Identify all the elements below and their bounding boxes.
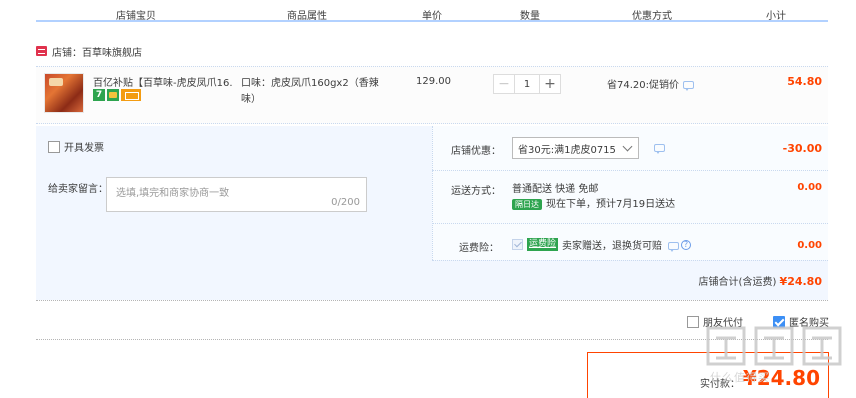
product-thumbnail[interactable] bbox=[44, 73, 84, 113]
anonymous-option[interactable]: 匿名购买 bbox=[773, 314, 829, 329]
chat-bubble-icon[interactable] bbox=[668, 241, 680, 252]
anonymous-label: 匿名购买 bbox=[789, 318, 829, 329]
friend-pay-label: 朋友代付 bbox=[703, 318, 743, 329]
product-attributes: 口味：虎皮凤爪160gx2（香辣味） bbox=[241, 78, 379, 105]
divider bbox=[36, 339, 828, 340]
shop-total-amount: ¥24.80 bbox=[779, 275, 822, 288]
seven-day-return-icon[interactable]: 7 bbox=[93, 89, 105, 101]
cart-header: 店铺宝贝 商品属性 单价 数量 优惠方式 小计 bbox=[36, 0, 828, 22]
chat-bubble-icon[interactable] bbox=[683, 80, 694, 91]
friend-pay-option[interactable]: 朋友代付 bbox=[687, 314, 743, 329]
shipping-eta: 隔日达 现在下单，预计7月19日送达 bbox=[512, 197, 675, 212]
qty-increase-button[interactable]: + bbox=[539, 74, 561, 94]
shop-total-label: 店铺合计(含运费) bbox=[698, 277, 777, 288]
message-textarea[interactable]: 选填,填完和商家协商一致 0/200 bbox=[106, 177, 367, 212]
shop-icon bbox=[36, 46, 47, 56]
shipping-info: 普通配送 快递 免邮 隔日达 现在下单，预计7月19日送达 bbox=[512, 182, 675, 212]
invoice-checkbox[interactable] bbox=[48, 140, 60, 153]
message-label: 给卖家留言： bbox=[48, 184, 108, 195]
insurance-checkbox bbox=[512, 239, 523, 250]
divider bbox=[432, 223, 828, 224]
invoice-option[interactable]: 开具发票 bbox=[48, 139, 104, 154]
insurance-amount: 0.00 bbox=[797, 240, 822, 251]
shipping-amount: 0.00 bbox=[797, 182, 822, 193]
shipping-eta-text: 现在下单，预计7月19日送达 bbox=[546, 199, 676, 210]
quantity-stepper: − 1 + bbox=[493, 74, 561, 94]
insurance-text: 卖家赠送，退换货可赔 bbox=[562, 241, 663, 252]
unit-price: 129.00 bbox=[416, 76, 451, 87]
promo-info: 省74.20:促销价 bbox=[607, 76, 694, 91]
payment-summary: 实付款： ¥24.80 bbox=[587, 352, 829, 398]
anonymous-checkbox[interactable] bbox=[773, 315, 785, 328]
header-qty: 数量 bbox=[520, 11, 540, 22]
product-badges: 7 bbox=[93, 89, 141, 101]
friend-pay-checkbox[interactable] bbox=[687, 315, 699, 328]
shipping-label: 运送方式： bbox=[451, 186, 501, 197]
item-subtotal: 54.80 bbox=[787, 75, 822, 88]
cart-item-row: 百亿补贴【百草味-虎皮凤爪16... 7 口味：虎皮凤爪160gx2（香辣味） … bbox=[36, 66, 828, 124]
card-icon[interactable] bbox=[121, 89, 141, 101]
gift-icon[interactable] bbox=[107, 89, 119, 101]
promo-text: 省74.20:促销价 bbox=[607, 80, 679, 91]
header-promo: 优惠方式 bbox=[632, 11, 672, 22]
header-subtotal: 小计 bbox=[766, 11, 786, 22]
qty-decrease-button[interactable]: − bbox=[493, 74, 515, 94]
divider bbox=[36, 300, 828, 301]
order-options-panel: 开具发票 给卖家留言： 选填,填完和商家协商一致 0/200 店铺优惠： 省30… bbox=[36, 126, 828, 300]
watermark-text: 什么值得买 bbox=[710, 371, 770, 384]
chevron-down-icon bbox=[622, 141, 633, 152]
invoice-label: 开具发票 bbox=[64, 143, 104, 154]
insurance-option: 运费险 卖家赠送，退换货可赔 ? bbox=[512, 237, 692, 252]
next-day-badge: 隔日达 bbox=[512, 199, 542, 210]
discount-value: 省30元:满1虎皮0715 bbox=[518, 144, 616, 156]
divider bbox=[432, 170, 828, 171]
chat-bubble-icon[interactable] bbox=[654, 144, 665, 154]
header-attr: 商品属性 bbox=[287, 11, 327, 22]
shop-name[interactable]: 店铺：百草味旗舰店 bbox=[52, 44, 142, 59]
insurance-badge[interactable]: 运费险 bbox=[527, 238, 559, 251]
header-price: 单价 bbox=[422, 11, 442, 22]
discount-amount: -30.00 bbox=[782, 142, 822, 155]
insurance-label: 运费险： bbox=[459, 243, 499, 254]
qty-input[interactable]: 1 bbox=[515, 74, 539, 94]
shop-row[interactable]: 店铺：百草味旗舰店 bbox=[36, 44, 142, 59]
shipping-method: 普通配送 快递 免邮 bbox=[512, 184, 599, 195]
divider bbox=[432, 260, 828, 261]
help-icon[interactable]: ? bbox=[681, 239, 692, 250]
product-title[interactable]: 百亿补贴【百草味-虎皮凤爪16... bbox=[93, 74, 233, 89]
message-placeholder: 选填,填完和商家协商一致 bbox=[116, 188, 230, 199]
discount-select[interactable]: 省30元:满1虎皮0715 bbox=[512, 137, 639, 159]
shop-total: 店铺合计(含运费) ¥24.80 bbox=[699, 273, 822, 288]
message-char-count: 0/200 bbox=[331, 197, 360, 208]
discount-label: 店铺优惠： bbox=[451, 146, 501, 157]
header-item: 店铺宝贝 bbox=[116, 11, 156, 22]
